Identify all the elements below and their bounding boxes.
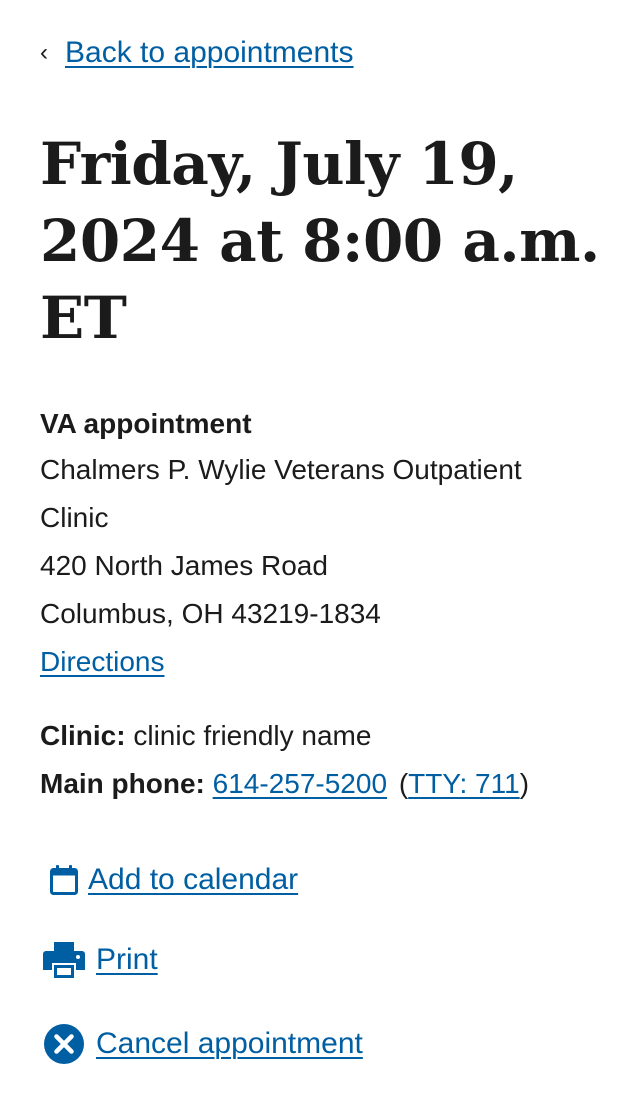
- city-state-zip: Columbus, OH 43219-1834: [40, 598, 381, 629]
- phone-label: Main phone:: [40, 768, 205, 799]
- cancel-appointment-link[interactable]: Cancel appointment: [96, 1024, 363, 1064]
- phone-link[interactable]: 614-257-5200: [213, 768, 387, 799]
- directions-row: Directions: [40, 638, 600, 686]
- tty-close-paren: ): [519, 768, 530, 799]
- appointment-type: VA appointment: [40, 408, 252, 439]
- cancel-circle-icon: [42, 1022, 86, 1066]
- street-address: 420 North James Road: [40, 550, 328, 581]
- facility-name: Chalmers P. Wylie Veterans Outpatient Cl…: [40, 454, 522, 533]
- phone-row: Main phone: 614-257-5200 (TTY: 711): [40, 760, 610, 808]
- chevron-left-icon: ‹: [40, 39, 48, 66]
- clinic-label: Clinic:: [40, 720, 126, 751]
- clinic-row: Clinic: clinic friendly name: [40, 712, 610, 760]
- add-to-calendar-link[interactable]: Add to calendar: [88, 860, 298, 900]
- appointment-detail-page: ‹ Back to appointments Friday, July 19, …: [0, 0, 639, 1112]
- clinic-info: Clinic: clinic friendly name Main phone:…: [40, 712, 610, 808]
- add-to-calendar-action[interactable]: Add to calendar: [48, 860, 298, 900]
- back-to-appointments-link[interactable]: Back to appointments: [65, 34, 354, 72]
- cancel-appointment-action[interactable]: Cancel appointment: [42, 1022, 363, 1066]
- print-action[interactable]: Print: [42, 940, 158, 980]
- print-icon: [42, 941, 86, 979]
- tty-link[interactable]: TTY: 711: [408, 768, 520, 799]
- directions-link[interactable]: Directions: [40, 646, 164, 677]
- page-title: Friday, July 19, 2024 at 8:00 a.m. ET: [40, 130, 600, 352]
- tty-open-paren: (: [398, 768, 409, 799]
- back-link-row: ‹ Back to appointments: [40, 34, 354, 72]
- calendar-icon: [48, 863, 80, 897]
- appointment-location: VA appointment Chalmers P. Wylie Veteran…: [40, 402, 600, 686]
- clinic-value: clinic friendly name: [133, 720, 372, 751]
- print-link[interactable]: Print: [96, 940, 158, 980]
